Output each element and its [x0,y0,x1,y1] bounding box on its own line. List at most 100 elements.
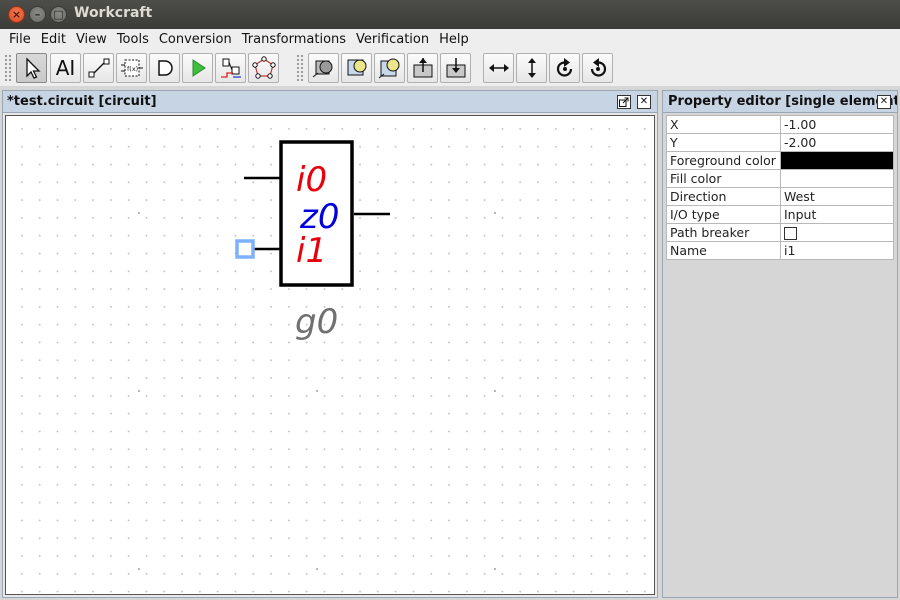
maximize-window-button[interactable]: □ [50,6,67,23]
encoding-waveform-icon [220,58,241,78]
contract-component-icon [312,60,332,78]
rotate-counterclockwise-icon [590,58,606,77]
minimize-window-button[interactable]: – [29,6,46,23]
property-editor-panel: Property editor [single element] ✕ X -1.… [662,90,898,598]
function-component-icon: f(x) [120,59,143,77]
input-label-i1: i1 [296,231,327,271]
property-editor-close-button[interactable]: ✕ [877,95,891,109]
rotate-clockwise-icon [556,58,572,77]
menu-verification[interactable]: Verification [351,32,434,47]
rotate-counterclockwise-button[interactable] [582,53,613,83]
foreground-color-swatch[interactable] [779,151,895,170]
input-label-i0: i0 [296,160,327,200]
rotate-clockwise-button[interactable] [549,53,580,83]
property-row-fill-color: Fill color [666,169,895,188]
selected-pin-marker[interactable] [235,239,255,259]
editor-undock-button[interactable] [617,95,631,109]
initial-state-tool-button[interactable] [374,53,405,83]
menu-edit[interactable]: Edit [36,32,71,47]
connect-tool-button[interactable] [83,53,114,83]
window-title: Workcraft [74,5,153,21]
undock-icon [619,97,629,107]
grid-marker [137,389,141,393]
menu-view[interactable]: View [71,32,112,47]
path-breaker-cell [779,223,895,242]
toolbar-grip-2[interactable] [296,54,304,82]
circuit-canvas[interactable]: i0 z0 i1 g0 [5,115,655,595]
grid-marker [493,211,497,215]
property-editor-header: Property editor [single element] ✕ [663,91,897,113]
property-key: I/O type [666,205,781,224]
property-row-name: Name i1 [666,241,895,260]
gate-tool-button[interactable] [149,53,180,83]
initial-state-icon [378,58,399,79]
property-row-direction: Direction West [666,187,895,206]
text-tool-button[interactable]: AI [50,53,81,83]
bubble-tool-button[interactable] [341,53,372,83]
simulation-tool-button[interactable] [182,53,213,83]
toolbar-grip[interactable] [4,54,12,82]
and-gate-icon [157,60,173,76]
editor-close-button[interactable]: ✕ [637,95,651,109]
window-titlebar: × – □ Workcraft [0,0,900,29]
flip-vertical-icon [527,58,536,78]
property-row-x: X -1.00 [666,115,895,134]
menubar: File Edit View Tools Conversion Transfor… [0,29,900,50]
menu-tools[interactable]: Tools [112,32,154,47]
svg-text:f(x): f(x) [127,65,138,73]
arrow-up-box-icon [413,58,432,78]
close-window-button[interactable]: × [8,6,25,23]
property-key: X [666,115,781,134]
grid-marker [137,211,141,215]
function-component-tool-button[interactable]: f(x) [116,53,147,83]
editor-tab-header: *test.circuit [circuit] ✕ [3,91,657,113]
menu-conversion[interactable]: Conversion [154,32,237,47]
property-key: Name [666,241,781,260]
cycle-tool-button[interactable] [248,53,279,83]
push-down-tool-button[interactable] [440,53,471,83]
play-icon [192,59,206,77]
property-value-x[interactable]: -1.00 [779,115,895,134]
grid-marker [493,389,497,393]
direction-select[interactable]: West [779,187,895,206]
property-key: Path breaker [666,223,781,242]
fill-color-swatch[interactable] [779,169,895,188]
contract-tool-button[interactable] [308,53,339,83]
close-icon: ✕ [879,96,889,107]
property-key: Direction [666,187,781,206]
component-name-label: g0 [295,302,338,342]
editor-panel: *test.circuit [circuit] ✕ i0 z0 i1 g0 [2,90,658,598]
close-icon: ✕ [639,96,649,107]
toolbar: AI f(x) [0,50,900,86]
menu-file[interactable]: File [4,32,36,47]
flip-vertical-button[interactable] [516,53,547,83]
path-breaker-checkbox[interactable] [783,227,797,240]
property-row-path-breaker: Path breaker [666,223,895,242]
io-type-select[interactable]: Input [779,205,895,224]
property-key: Fill color [666,169,781,188]
menu-help[interactable]: Help [434,32,474,47]
grid-marker [315,389,319,393]
cycle-graph-icon [251,56,276,79]
property-key: Y [666,133,781,152]
select-tool-button[interactable] [16,53,47,83]
circuit-diagram: i0 z0 i1 g0 [137,140,497,571]
property-row-foreground-color: Foreground color [666,151,895,170]
text-tool-icon: AI [55,56,76,80]
property-value-y[interactable]: -2.00 [779,133,895,152]
connection-icon [88,58,109,78]
arrow-down-box-icon [446,58,465,78]
grid-marker [137,567,141,571]
menu-transformations[interactable]: Transformations [237,32,351,47]
flip-horizontal-button[interactable] [483,53,514,83]
push-up-tool-button[interactable] [407,53,438,83]
property-row-io-type: I/O type Input [666,205,895,224]
close-icon: × [11,8,22,21]
encoding-tool-button[interactable] [215,53,246,83]
property-table: X -1.00 Y -2.00 Foreground color Fill co… [666,115,895,260]
editor-tab-title[interactable]: *test.circuit [circuit] [7,94,157,109]
property-key: Foreground color [666,151,781,170]
name-field[interactable]: i1 [779,241,895,260]
grid-marker [315,567,319,571]
property-editor-title: Property editor [single element] [668,94,897,109]
